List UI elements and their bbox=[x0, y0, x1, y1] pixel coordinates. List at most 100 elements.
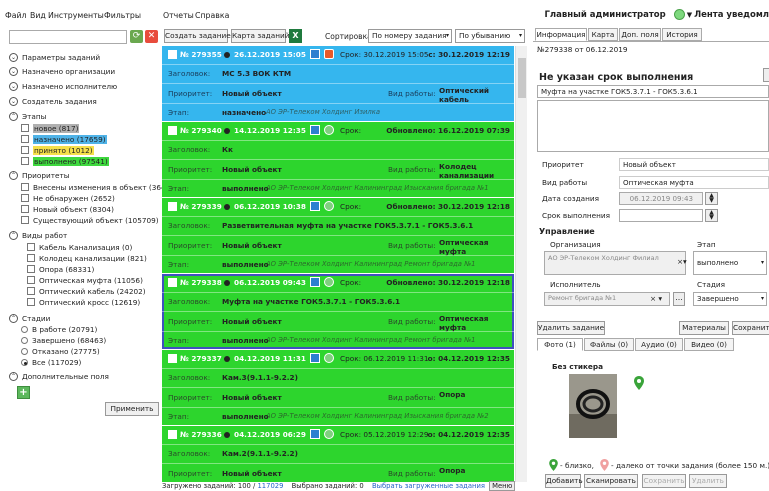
collapse-icon[interactable]: ⌃ bbox=[9, 171, 18, 180]
task-card[interactable]: № 279336 04.12.2019 06:29 Срок: 05.12.2019… bbox=[162, 426, 514, 482]
collapse-icon[interactable]: ⌃ bbox=[9, 314, 18, 323]
menu-file[interactable]: Файл bbox=[5, 11, 27, 20]
task-map-button[interactable]: Карта заданий bbox=[231, 29, 289, 43]
stage-checkbox[interactable] bbox=[21, 157, 29, 165]
photo-thumbnail[interactable] bbox=[569, 374, 617, 438]
collapse-icon[interactable]: ⌃ bbox=[9, 112, 18, 121]
group-creator[interactable]: Создатель задания bbox=[22, 97, 97, 106]
worktype-checkbox[interactable] bbox=[27, 265, 35, 273]
group-extra-fields[interactable]: Дополнительные поля bbox=[22, 372, 109, 381]
filter-search-input[interactable] bbox=[9, 30, 127, 44]
tab-audio[interactable]: Аудио (0) bbox=[635, 338, 683, 351]
sort-order-select[interactable]: По убыванию ▾ bbox=[455, 29, 525, 43]
stadia-radio[interactable] bbox=[21, 337, 28, 344]
priority-checkbox[interactable] bbox=[21, 216, 29, 224]
collapse-icon[interactable]: ⌃ bbox=[9, 231, 18, 240]
materials-button[interactable]: Материалы bbox=[679, 321, 729, 335]
stage-checkbox[interactable] bbox=[21, 135, 29, 143]
scrollbar[interactable] bbox=[515, 46, 527, 482]
group-stages[interactable]: Этапы bbox=[22, 112, 46, 121]
menu-filters[interactable]: Фильтры bbox=[104, 11, 141, 20]
group-priorities[interactable]: Приоритеты bbox=[22, 171, 69, 180]
task-checkbox[interactable] bbox=[168, 278, 177, 287]
save-photo-button[interactable]: Сохранить bbox=[642, 474, 686, 488]
create-task-button[interactable]: Создать задание bbox=[164, 29, 231, 43]
group-assigned-exec[interactable]: Назначено исполнителю bbox=[22, 82, 117, 91]
stage-checkbox[interactable] bbox=[21, 124, 29, 132]
notifications-link[interactable]: Лента уведомл bbox=[694, 10, 769, 20]
tab-history[interactable]: История bbox=[662, 28, 702, 41]
worktype-checkbox[interactable] bbox=[27, 254, 35, 262]
tab-map[interactable]: Карта bbox=[588, 28, 618, 41]
task-card[interactable]: № 279338 06.12.2019 09:43 Срок: Обновлено: … bbox=[162, 274, 514, 349]
expand-icon[interactable]: ⌄ bbox=[9, 97, 18, 106]
menu-help[interactable]: Справка bbox=[195, 11, 229, 20]
worktype-checkbox[interactable] bbox=[27, 287, 35, 295]
priority-checkbox[interactable] bbox=[21, 194, 29, 202]
task-card[interactable]: № 279339 06.12.2019 10:38 Срок: Обновлено: … bbox=[162, 198, 514, 273]
group-stadii[interactable]: Стадии bbox=[22, 314, 50, 323]
menu-view[interactable]: Вид bbox=[30, 11, 46, 20]
task-checkbox[interactable] bbox=[168, 202, 177, 211]
priority-checkbox[interactable] bbox=[21, 183, 29, 191]
group-worktypes[interactable]: Виды работ bbox=[22, 231, 67, 240]
excel-export-icon[interactable]: X bbox=[289, 29, 302, 43]
clear-filter-icon[interactable]: ✕ bbox=[145, 30, 158, 43]
group-assigned-org[interactable]: Назначено организации bbox=[22, 67, 115, 76]
tab-info[interactable]: Информация bbox=[535, 28, 587, 41]
sort-by-select[interactable]: По номеру задания ▾ bbox=[368, 29, 452, 43]
stadia-radio-selected[interactable] bbox=[21, 359, 28, 366]
task-description-input[interactable] bbox=[537, 100, 769, 152]
stadia-radio[interactable] bbox=[21, 348, 28, 355]
date-spinner[interactable]: ▲ ▼ bbox=[705, 192, 718, 205]
expand-icon[interactable]: ⌄ bbox=[9, 82, 18, 91]
delete-task-button[interactable]: Удалить задание bbox=[537, 321, 605, 335]
task-title-input[interactable]: Муфта на участке ГОК5.3.7.1 - ГОК5.3.6.1 bbox=[537, 85, 769, 98]
task-card[interactable]: № 279355 26.12.2019 15:05 Срок: 30.12.2019… bbox=[162, 46, 514, 121]
tab-video[interactable]: Видео (0) bbox=[684, 338, 734, 351]
delete-photo-button[interactable]: Удалить bbox=[689, 474, 727, 488]
task-checkbox[interactable] bbox=[168, 430, 177, 439]
tab-extra-fields[interactable]: Доп. поля bbox=[619, 28, 661, 41]
worktype-checkbox[interactable] bbox=[27, 243, 35, 251]
select-loaded-link[interactable]: Выбрать загруженные задания bbox=[372, 482, 485, 490]
refresh-icon[interactable]: ⟳ bbox=[130, 30, 143, 43]
add-field-button[interactable]: + bbox=[17, 386, 30, 399]
edit-title-button[interactable] bbox=[763, 68, 769, 82]
save-button[interactable]: Сохранить bbox=[732, 321, 769, 335]
menu-tools[interactable]: Инструменты bbox=[48, 11, 104, 20]
clear-icon[interactable]: × ▾ bbox=[650, 294, 662, 303]
worktype-checkbox[interactable] bbox=[27, 276, 35, 284]
etap-select[interactable]: выполнено ▾ bbox=[693, 251, 767, 275]
stage-checkbox[interactable] bbox=[21, 146, 29, 154]
stadia-select[interactable]: Завершено ▾ bbox=[693, 292, 767, 306]
collapse-icon[interactable]: ⌃ bbox=[9, 372, 18, 381]
add-photo-button[interactable]: Добавить bbox=[545, 474, 583, 488]
worktype-checkbox[interactable] bbox=[27, 298, 35, 306]
menu-button[interactable]: Меню bbox=[489, 481, 516, 491]
tab-files[interactable]: Файлы (0) bbox=[584, 338, 634, 351]
task-checkbox[interactable] bbox=[168, 50, 177, 59]
chevron-down-icon[interactable]: ▾ bbox=[683, 257, 687, 266]
chevron-down-icon[interactable]: ▼ bbox=[687, 11, 692, 19]
executor-more-button[interactable]: … bbox=[673, 292, 685, 306]
priority-checkbox[interactable] bbox=[21, 205, 29, 213]
org-select[interactable]: АО ЭР-Телеком Холдинг Филиал bbox=[544, 251, 686, 275]
worktype-select[interactable]: Оптическая муфта bbox=[619, 176, 769, 189]
total-count-link[interactable]: 117029 bbox=[257, 482, 283, 490]
deadline-input[interactable] bbox=[619, 209, 703, 222]
task-card[interactable]: № 279340 14.12.2019 12:35 Срок: Обновлено: … bbox=[162, 122, 514, 197]
deadline-spinner[interactable]: ▲ ▼ bbox=[705, 209, 718, 222]
tab-photo[interactable]: Фото (1) bbox=[537, 338, 583, 351]
stadia-radio[interactable] bbox=[21, 326, 28, 333]
menu-reports[interactable]: Отчеты bbox=[163, 11, 194, 20]
scan-button[interactable]: Сканировать bbox=[584, 474, 638, 488]
task-checkbox[interactable] bbox=[168, 354, 177, 363]
priority-select[interactable]: Новый объект bbox=[619, 158, 769, 171]
expand-icon[interactable]: ⌄ bbox=[9, 67, 18, 76]
expand-icon[interactable]: ⌄ bbox=[9, 53, 18, 62]
scrollbar-thumb[interactable] bbox=[518, 58, 526, 98]
group-task-params[interactable]: Параметры заданий bbox=[22, 53, 100, 62]
apply-button[interactable]: Применить bbox=[105, 402, 159, 416]
task-checkbox[interactable] bbox=[168, 126, 177, 135]
